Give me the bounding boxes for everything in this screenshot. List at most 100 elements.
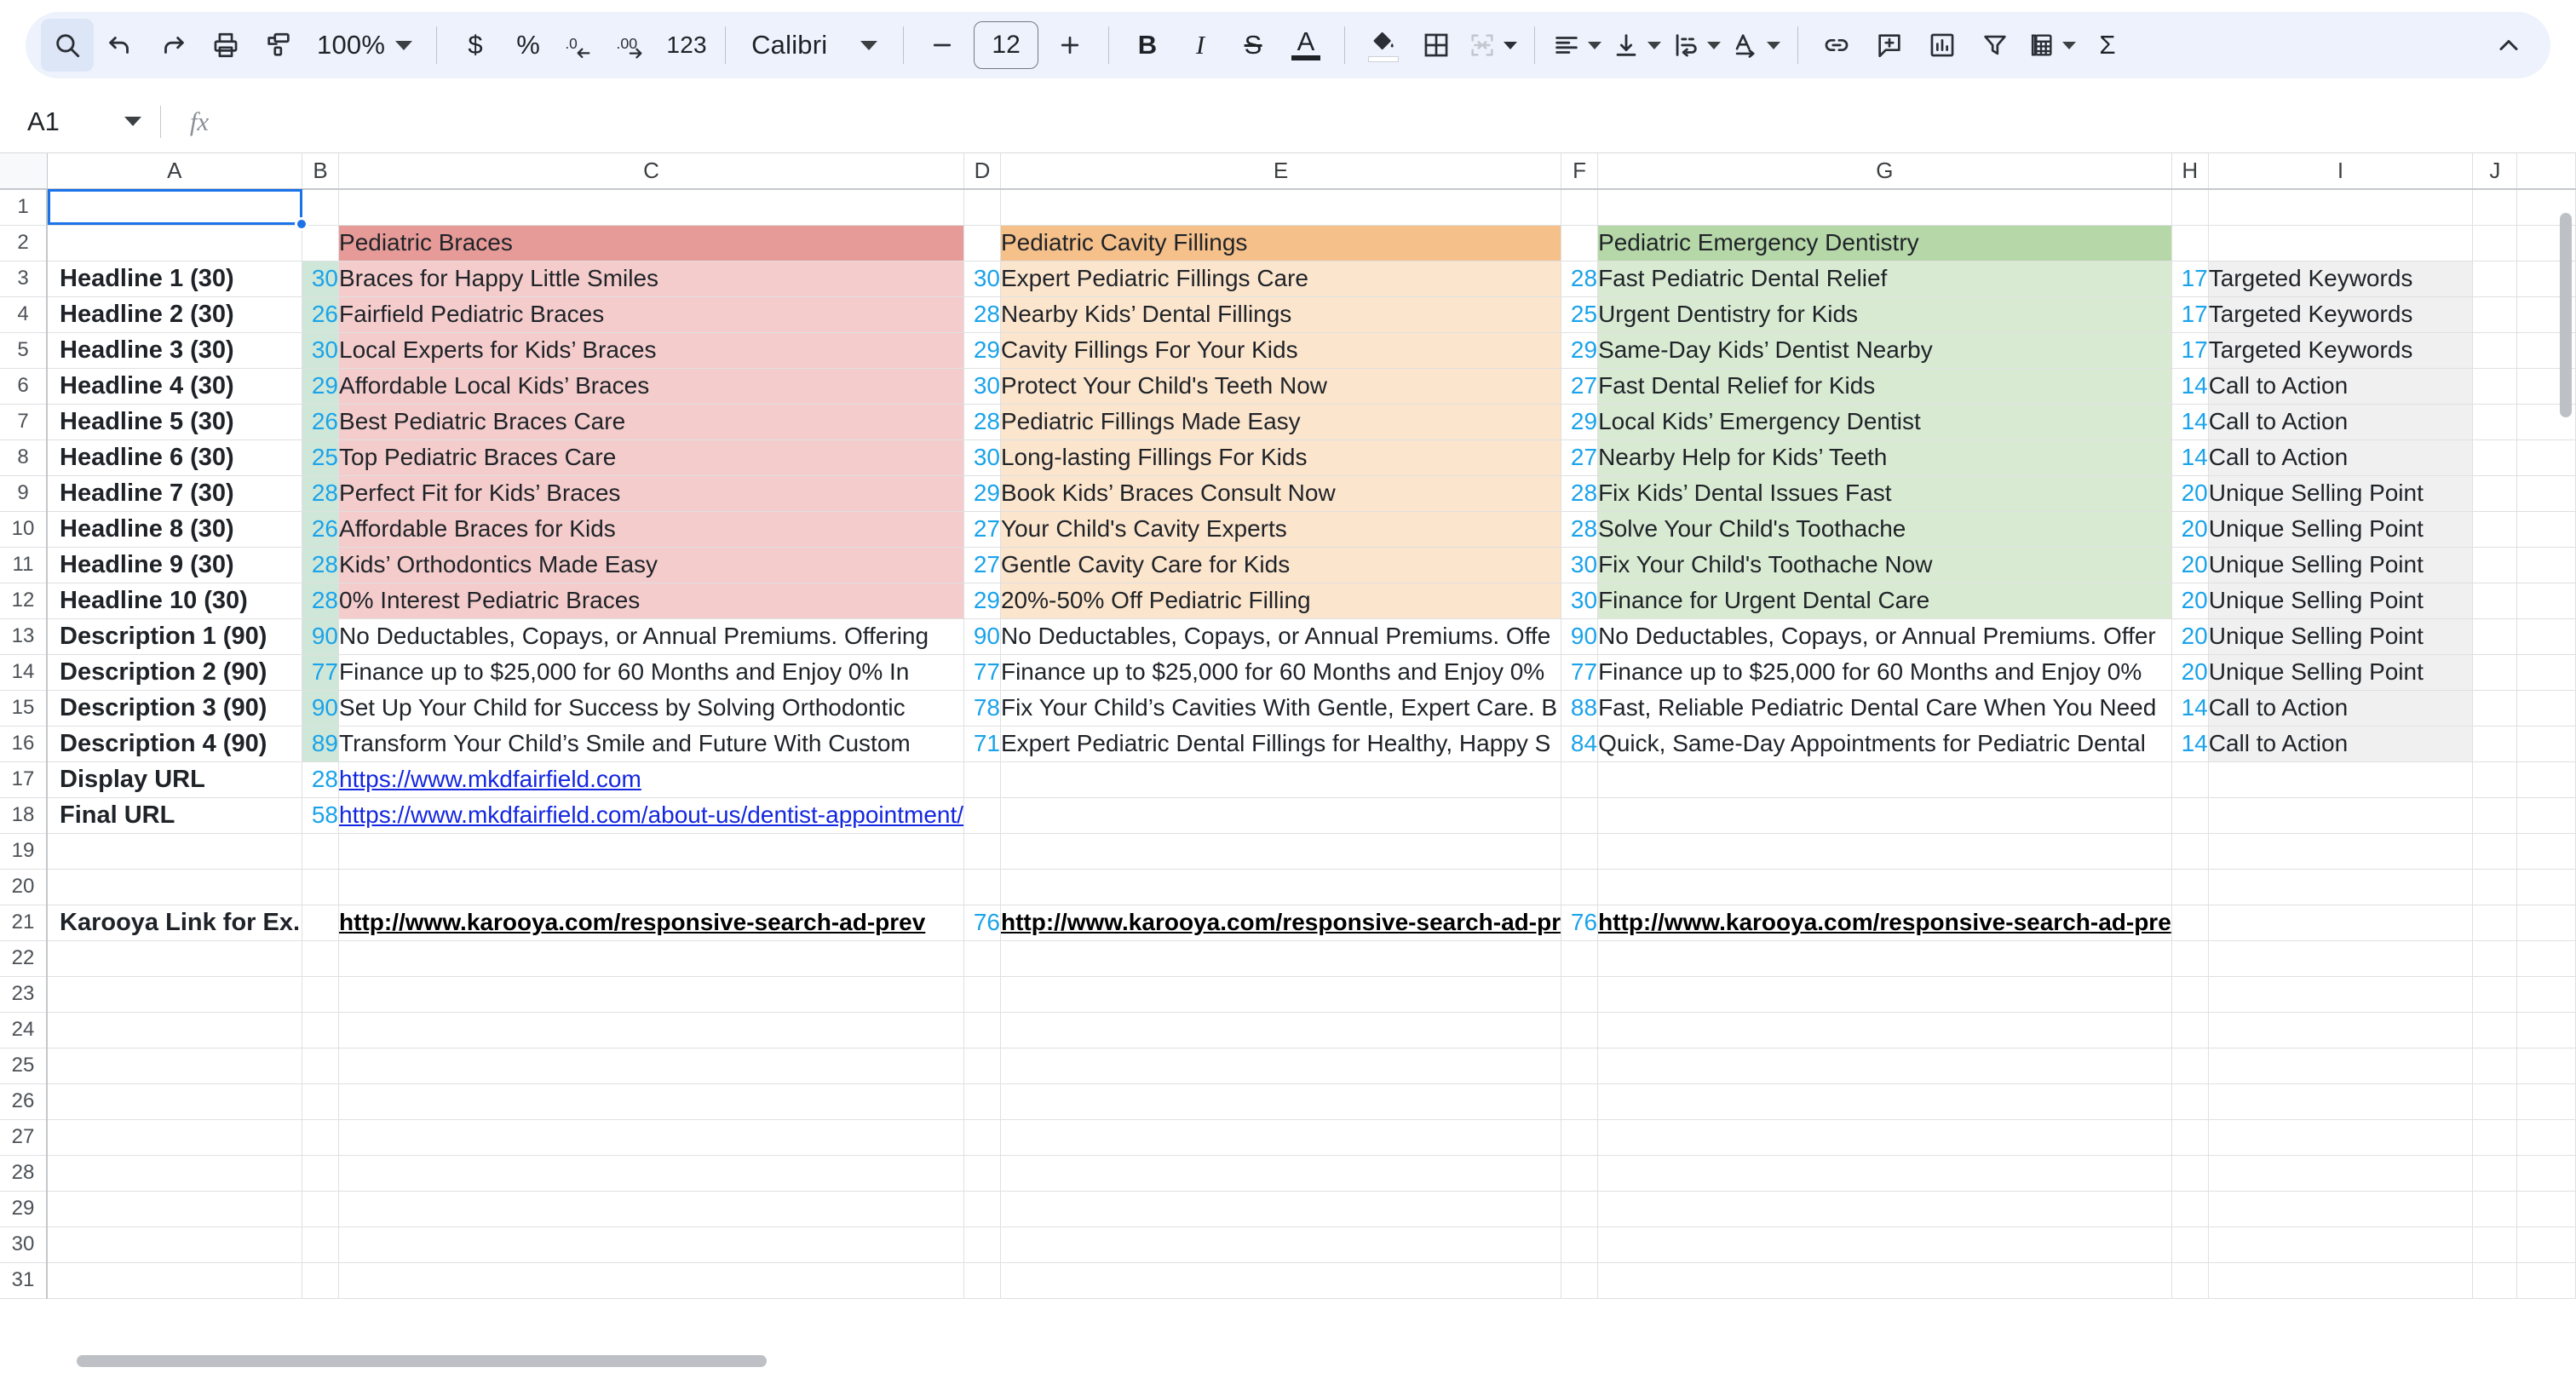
cell-G19[interactable] (1597, 833, 2172, 870)
cell-J20[interactable] (2472, 869, 2518, 905)
cell-C9[interactable]: Perfect Fit for Kids’ Braces (338, 475, 965, 512)
cell-J31[interactable] (2472, 1262, 2518, 1299)
column-header-J[interactable]: J (2472, 153, 2518, 190)
cell-E30[interactable] (1000, 1227, 1562, 1263)
insert-comment-icon[interactable] (1863, 19, 1916, 72)
cell-D27[interactable] (963, 1119, 1001, 1156)
cell-H27[interactable] (2171, 1119, 2209, 1156)
text-wrapping-icon[interactable] (1666, 19, 1726, 72)
row-header-14[interactable]: 14 (0, 654, 49, 691)
cell-H1[interactable] (2171, 189, 2209, 226)
cell-H8[interactable]: 14 (2171, 439, 2209, 476)
cell-J10[interactable] (2472, 511, 2518, 548)
cell-A21[interactable]: Karooya Link for Ex. (47, 905, 303, 941)
cell-D6[interactable]: 30 (963, 368, 1001, 405)
cell-F2[interactable] (1561, 225, 1599, 261)
row-header-4[interactable]: 4 (0, 296, 49, 333)
cell-C14[interactable]: Finance up to $25,000 for 60 Months and … (338, 654, 965, 691)
cell-B3[interactable]: 30 (302, 261, 340, 297)
cell-D25[interactable] (963, 1048, 1001, 1084)
cell-J18[interactable] (2472, 797, 2518, 834)
cell-I4[interactable]: Targeted Keywords (2208, 296, 2474, 333)
cell-E14[interactable]: Finance up to $25,000 for 60 Months and … (1000, 654, 1562, 691)
cell-B18[interactable]: 58 (302, 797, 340, 834)
cell-J4[interactable] (2472, 296, 2518, 333)
cell-G28[interactable] (1597, 1155, 2172, 1192)
filter-views-icon[interactable] (2021, 19, 2081, 72)
cell-E3[interactable]: Expert Pediatric Fillings Care (1000, 261, 1562, 297)
cell-F6[interactable]: 27 (1561, 368, 1599, 405)
collapse-toolbar-icon[interactable] (2482, 19, 2535, 72)
cell-B5[interactable]: 30 (302, 332, 340, 369)
cell-C5[interactable]: Local Experts for Kids’ Braces (338, 332, 965, 369)
cell-J13[interactable] (2472, 618, 2518, 655)
cell-I3[interactable]: Targeted Keywords (2208, 261, 2474, 297)
url-link[interactable]: https://www.mkdfairfield.com/about-us/de… (339, 801, 963, 828)
cell-J26[interactable] (2472, 1083, 2518, 1120)
cell-F26[interactable] (1561, 1083, 1599, 1120)
cell-I24[interactable] (2208, 1012, 2474, 1048)
cell-I1[interactable] (2208, 189, 2474, 226)
row-header-16[interactable]: 16 (0, 726, 49, 762)
cell-D21[interactable]: 76 (963, 905, 1001, 941)
cell-A8[interactable]: Headline 6 (30) (47, 439, 303, 476)
cell-C13[interactable]: No Deductables, Copays, or Annual Premiu… (338, 618, 965, 655)
cell-F11[interactable]: 30 (1561, 547, 1599, 583)
cell-I29[interactable] (2208, 1191, 2474, 1227)
row-header-5[interactable]: 5 (0, 332, 49, 369)
vertical-scrollbar[interactable] (2556, 153, 2576, 1320)
karooya-link[interactable]: http://www.karooya.com/responsive-search… (1598, 909, 2171, 935)
search-icon[interactable] (41, 19, 94, 72)
cell-J27[interactable] (2472, 1119, 2518, 1156)
cell-G10[interactable]: Solve Your Child's Toothache (1597, 511, 2172, 548)
cell-G16[interactable]: Quick, Same-Day Appointments for Pediatr… (1597, 726, 2172, 762)
cell-G29[interactable] (1597, 1191, 2172, 1227)
cell-J16[interactable] (2472, 726, 2518, 762)
cell-F17[interactable] (1561, 761, 1599, 798)
cell-E9[interactable]: Book Kids’ Braces Consult Now (1000, 475, 1562, 512)
cell-C3[interactable]: Braces for Happy Little Smiles (338, 261, 965, 297)
cell-D28[interactable] (963, 1155, 1001, 1192)
cell-J24[interactable] (2472, 1012, 2518, 1048)
cell-G30[interactable] (1597, 1227, 2172, 1263)
cell-D26[interactable] (963, 1083, 1001, 1120)
name-box[interactable]: A1 (0, 106, 160, 137)
cell-H12[interactable]: 20 (2171, 583, 2209, 619)
cell-G13[interactable]: No Deductables, Copays, or Annual Premiu… (1597, 618, 2172, 655)
cell-H31[interactable] (2171, 1262, 2209, 1299)
cell-B31[interactable] (302, 1262, 340, 1299)
cell-B26[interactable] (302, 1083, 340, 1120)
cell-A6[interactable]: Headline 4 (30) (47, 368, 303, 405)
cell-B16[interactable]: 89 (302, 726, 340, 762)
cell-E31[interactable] (1000, 1262, 1562, 1299)
cell-C31[interactable] (338, 1262, 965, 1299)
cell-A18[interactable]: Final URL (47, 797, 303, 834)
cell-J22[interactable] (2472, 940, 2518, 977)
font-size-input[interactable]: 12 (974, 21, 1039, 69)
cell-G22[interactable] (1597, 940, 2172, 977)
cell-G6[interactable]: Fast Dental Relief for Kids (1597, 368, 2172, 405)
decrease-decimal-button[interactable]: .0 (555, 19, 607, 72)
cell-A14[interactable]: Description 2 (90) (47, 654, 303, 691)
row-header-2[interactable]: 2 (0, 225, 49, 261)
cell-G4[interactable]: Urgent Dentistry for Kids (1597, 296, 2172, 333)
select-all-corner[interactable] (0, 153, 48, 190)
cell-J28[interactable] (2472, 1155, 2518, 1192)
cell-D24[interactable] (963, 1012, 1001, 1048)
cell-B25[interactable] (302, 1048, 340, 1084)
cell-F24[interactable] (1561, 1012, 1599, 1048)
cell-A3[interactable]: Headline 1 (30) (47, 261, 303, 297)
cell-G21[interactable]: http://www.karooya.com/responsive-search… (1597, 905, 2172, 941)
cell-I20[interactable] (2208, 869, 2474, 905)
cell-D14[interactable]: 77 (963, 654, 1001, 691)
cell-B22[interactable] (302, 940, 340, 977)
column-header-E[interactable]: E (1000, 153, 1562, 190)
cell-F5[interactable]: 29 (1561, 332, 1599, 369)
cell-G25[interactable] (1597, 1048, 2172, 1084)
cell-B7[interactable]: 26 (302, 404, 340, 440)
cell-D3[interactable]: 30 (963, 261, 1001, 297)
undo-icon[interactable] (94, 19, 147, 72)
row-header-10[interactable]: 10 (0, 511, 49, 548)
cell-B13[interactable]: 90 (302, 618, 340, 655)
cell-E21[interactable]: http://www.karooya.com/responsive-search… (1000, 905, 1562, 941)
